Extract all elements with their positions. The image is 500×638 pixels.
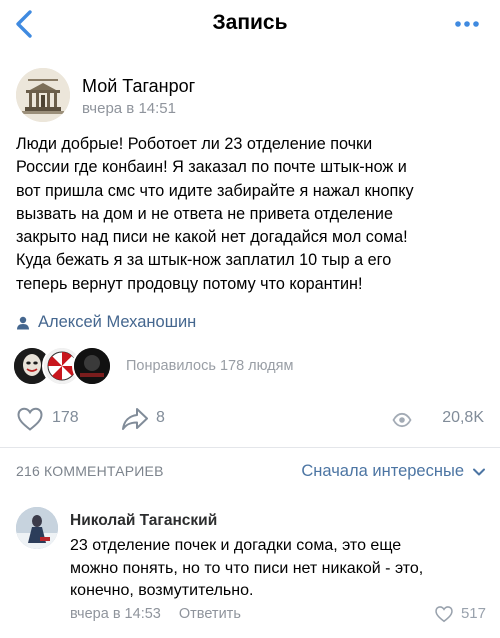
- comment-author[interactable]: Николай Таганский: [70, 512, 217, 530]
- share-count: 8: [156, 409, 165, 426]
- building-logo-icon: [16, 68, 70, 122]
- like-count: 178: [52, 409, 79, 426]
- post-text-line: теперь вернут продовцу потому что корант…: [16, 274, 363, 293]
- commenter-avatar[interactable]: [16, 507, 58, 549]
- comment-text-line: можно понять, но то что писи нет никакой…: [70, 559, 424, 577]
- group-name[interactable]: Мой Таганрог: [82, 76, 195, 97]
- comment-meta: вчера в 14:53 Ответить: [70, 606, 241, 622]
- divider: [0, 447, 500, 448]
- post-header: Мой Таганрог вчера в 14:51: [16, 68, 476, 124]
- eye-icon: [392, 412, 412, 428]
- more-horizontal-icon: [455, 21, 479, 27]
- post-text-line: вызвать на дом и не ответа не привета от…: [16, 204, 393, 223]
- comment-text-line: 23 отделение почек и догадки сома, это е…: [70, 537, 402, 554]
- page-title: Запись: [212, 11, 288, 34]
- post-text-line: вот пришла смс что идите забирайте я наж…: [16, 181, 414, 200]
- post-author-name: Алексей Механошин: [38, 313, 197, 331]
- group-avatar[interactable]: [16, 68, 70, 122]
- post-text-line: Куда бежать я за штык-нож заплатил 10 ты…: [16, 251, 392, 270]
- post-time: вчера в 14:51: [82, 100, 176, 117]
- share-button[interactable]: 8: [120, 404, 200, 434]
- post-text: Люди добрые! Роботоет ли 23 отделение по…: [16, 133, 488, 296]
- more-button[interactable]: [450, 12, 484, 36]
- share-icon: [122, 408, 148, 430]
- photo-avatar-icon: [16, 507, 58, 549]
- nav-bar: Запись: [0, 0, 500, 48]
- comment-like-button[interactable]: 517: [418, 603, 488, 625]
- liked-by-text: Понравилось 178 людям: [126, 358, 294, 374]
- user-icon: [17, 316, 29, 330]
- comments-sort-label: Сначала интересные: [301, 462, 464, 480]
- chevron-down-icon: [473, 468, 485, 476]
- post-text-line: закрыто над писи не какой нет догадайся …: [16, 228, 408, 247]
- reply-button[interactable]: Ответить: [179, 606, 241, 622]
- post-text-line: Люди добрые! Роботоет ли 23 отделение по…: [16, 135, 373, 153]
- comments-header: 216 КОММЕНТАРИЕВ Сначала интересные: [16, 460, 486, 484]
- comment-text: 23 отделение почек и догадки сома, это е…: [70, 535, 488, 603]
- comments-count: 216 КОММЕНТАРИЕВ: [16, 463, 164, 479]
- comment-time: вчера в 14:53: [70, 606, 161, 622]
- dark-logo-icon: [74, 348, 110, 384]
- views-count: 20,8K: [442, 409, 484, 426]
- post-author-link[interactable]: Алексей Механошин: [16, 312, 416, 336]
- comment-like-count: 517: [460, 605, 486, 622]
- views-counter: 20,8K: [384, 404, 484, 434]
- post-actions: 178 8 20,8K: [16, 404, 484, 434]
- heart-icon: [17, 407, 43, 431]
- like-button[interactable]: 178: [16, 404, 106, 434]
- liker-avatar: [72, 346, 112, 386]
- comments-sort-dropdown[interactable]: Сначала интересные: [286, 460, 486, 484]
- comment-text-line: конечно, возмутительно.: [70, 582, 254, 599]
- heart-icon: [435, 606, 453, 623]
- post-text-line: России где конбаин! Я заказал по почте ш…: [16, 158, 407, 177]
- comment-item: Николай Таганский 23 отделение почек и д…: [16, 505, 488, 635]
- liked-by-row[interactable]: Понравилось 178 людям: [12, 346, 432, 388]
